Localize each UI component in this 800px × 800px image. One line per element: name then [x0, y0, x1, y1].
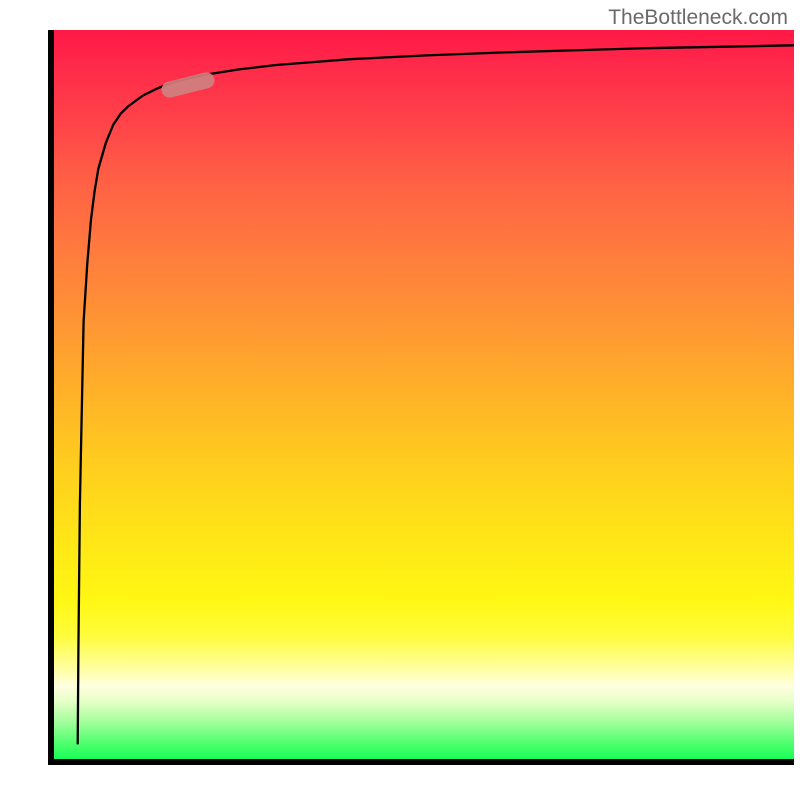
- curve-marker: [160, 71, 216, 100]
- watermark-text: TheBottleneck.com: [608, 6, 788, 30]
- chart-container: [6, 6, 794, 794]
- chart-curve-svg: [54, 30, 794, 759]
- curve-line: [78, 45, 794, 744]
